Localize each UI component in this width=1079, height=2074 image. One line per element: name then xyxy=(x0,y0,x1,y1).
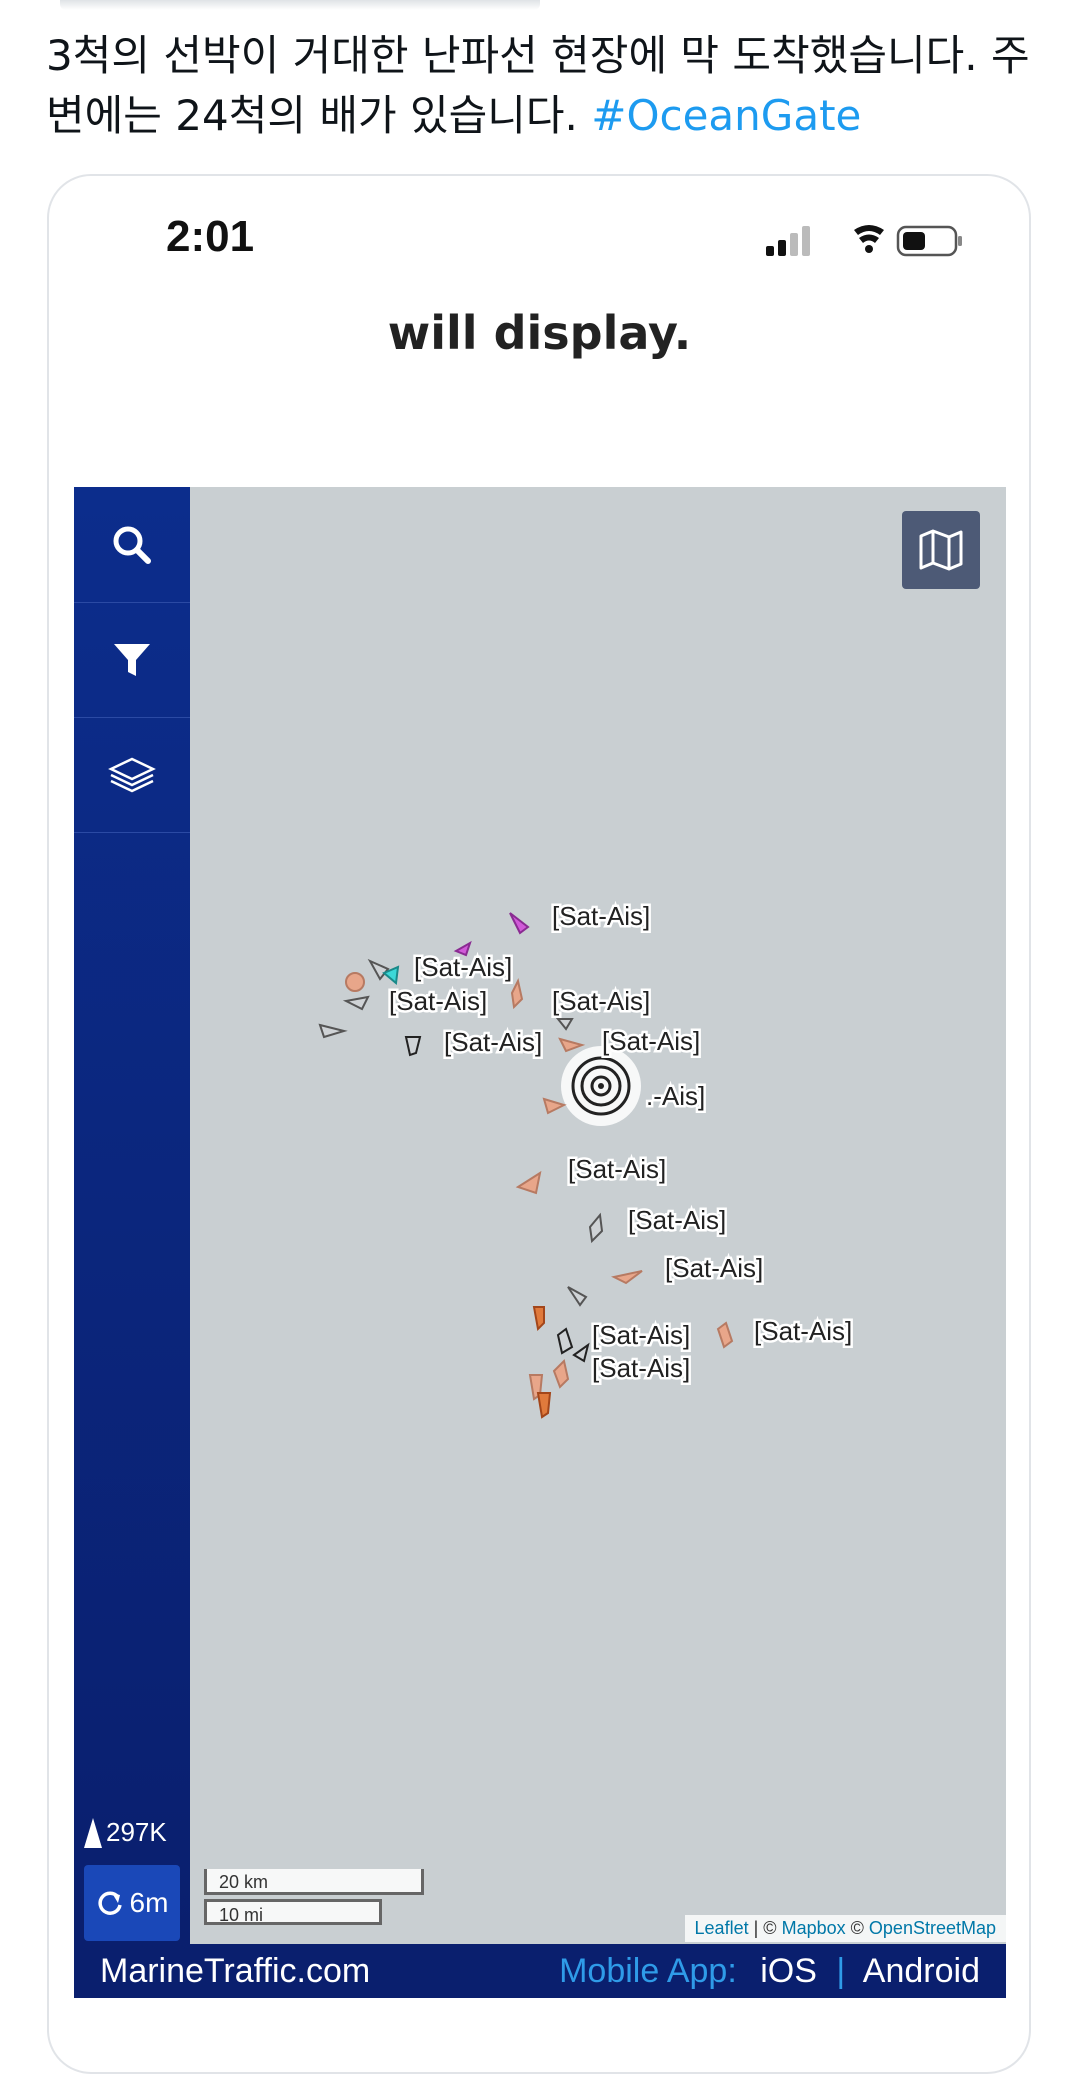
vessel-label: [Sat-Ais] xyxy=(552,986,650,1016)
brand-link[interactable]: MarineTraffic.com xyxy=(100,1952,370,1991)
tweet-body: 3척의 선박이 거대한 난파선 현장에 막 도착했습니다. 주변에는 24척의 … xyxy=(46,31,1030,140)
search-icon xyxy=(113,526,151,564)
ios-link[interactable]: iOS xyxy=(746,1952,817,1990)
vessel-marker xyxy=(588,1212,604,1244)
refresh-label: 6m xyxy=(129,1887,169,1918)
vessel-marker xyxy=(611,1270,643,1285)
map-scale: 20 km 10 mi xyxy=(204,1869,424,1925)
vessel-marker xyxy=(556,1327,574,1355)
previous-content-edge xyxy=(60,0,540,10)
attribution-copyright: © xyxy=(763,1918,777,1938)
vessel-marker xyxy=(510,978,524,1010)
app-separator: | xyxy=(836,1951,846,1990)
leaflet-link[interactable]: Leaflet xyxy=(695,1918,749,1938)
vessel-marker xyxy=(345,972,365,992)
layers-button[interactable] xyxy=(74,717,190,833)
vessel-label: [Sat-Ais] xyxy=(592,1353,690,1383)
filter-button[interactable] xyxy=(74,602,190,718)
vessel-label: [Sat-Ais] xyxy=(552,901,650,931)
map-icon xyxy=(919,529,963,571)
search-button[interactable] xyxy=(74,487,190,603)
vessel-label: [Sat-Ais] xyxy=(754,1316,852,1346)
vessel-marker xyxy=(367,958,390,981)
attribution-copyright-2: © xyxy=(850,1918,864,1938)
vessel-marker xyxy=(515,1170,542,1195)
android-link[interactable]: Android xyxy=(863,1952,980,1990)
wifi-icon xyxy=(854,225,884,253)
vessel-marker xyxy=(552,1359,570,1389)
vessel-marker xyxy=(342,995,370,1011)
filter-icon xyxy=(114,643,150,676)
vessel-label: [Sat-Ais] xyxy=(665,1253,763,1283)
mobile-app-label: Mobile App: xyxy=(559,1951,737,1990)
mapbox-link[interactable]: Mapbox xyxy=(782,1918,846,1938)
vessel-labels: [Sat-Ais] [Sat-Ais] [Sat-Ais] [Sat-Ais] … xyxy=(387,899,855,1386)
refresh-icon xyxy=(98,1891,122,1915)
vessel-label: .-Ais] xyxy=(646,1081,705,1111)
attribution-separator: | xyxy=(753,1918,759,1938)
target-location-marker xyxy=(561,1046,641,1126)
layers-icon xyxy=(108,757,156,792)
page-headline: will display. xyxy=(387,306,692,360)
vessel-marker xyxy=(558,1037,586,1053)
vessel-marker xyxy=(532,1306,545,1332)
map-attribution: Leaflet | © Mapbox © OpenStreetMap xyxy=(684,1915,1006,1942)
status-icons xyxy=(766,222,966,262)
vessel-label: [Sat-Ais] xyxy=(602,1026,700,1056)
signal-icon xyxy=(766,226,810,256)
vessel-count: 297K xyxy=(84,1817,167,1848)
vessel-label: [Sat-Ais] xyxy=(389,986,487,1016)
vessel-marker xyxy=(716,1321,734,1349)
vessel-marker xyxy=(542,1097,567,1115)
battery-icon xyxy=(896,225,962,257)
vessel-label: [Sat-Ais] xyxy=(592,1320,690,1350)
ship-icon xyxy=(84,1817,102,1848)
map-sidebar: 297K 6m xyxy=(74,487,190,1944)
osm-link[interactable]: OpenStreetMap xyxy=(869,1918,996,1938)
vessel-marker xyxy=(567,1286,588,1307)
scale-mi: 10 mi xyxy=(204,1899,382,1925)
status-time: 2:01 xyxy=(166,212,255,261)
vessel-marker xyxy=(572,1342,590,1363)
map-style-button[interactable] xyxy=(902,511,980,589)
hashtag-link[interactable]: #OceanGate xyxy=(591,91,861,140)
vessel-marker xyxy=(509,912,530,935)
tweet-text: 3척의 선박이 거대한 난파선 현장에 막 도착했습니다. 주변에는 24척의 … xyxy=(46,26,1046,146)
vessel-label: [Sat-Ais] xyxy=(444,1027,542,1057)
mobile-app-links: Mobile App: iOS | Android xyxy=(559,1952,980,1991)
vessel-label: [Sat-Ais] xyxy=(568,1154,666,1184)
map-footer: MarineTraffic.com Mobile App: iOS | Andr… xyxy=(74,1944,1006,1998)
vessel-marker xyxy=(404,1036,422,1057)
vessel-marker xyxy=(536,1392,552,1419)
vessel-marker xyxy=(555,1018,574,1031)
vessel-count-value: 297K xyxy=(106,1817,167,1847)
vessel-map[interactable]: [Sat-Ais] [Sat-Ais] [Sat-Ais] [Sat-Ais] … xyxy=(74,487,1006,1944)
refresh-button[interactable]: 6m xyxy=(84,1865,180,1941)
vessel-label: [Sat-Ais] xyxy=(414,952,512,982)
vessel-label: [Sat-Ais] xyxy=(628,1205,726,1235)
vessel-layer: [Sat-Ais] [Sat-Ais] [Sat-Ais] [Sat-Ais] … xyxy=(318,899,855,1419)
scale-km: 20 km xyxy=(204,1869,424,1895)
vessel-marker xyxy=(318,1023,348,1039)
